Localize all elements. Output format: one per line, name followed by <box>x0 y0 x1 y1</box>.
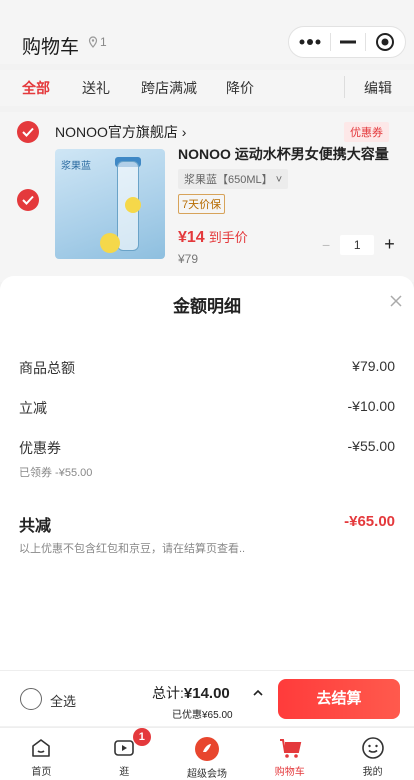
price-protection-tag: 7天价保 <box>178 194 226 214</box>
shop-name-text: NONOO官方旗舰店 <box>55 124 178 140</box>
close-miniapp-icon[interactable] <box>375 32 395 52</box>
product-image-brand: 浆果蓝 <box>61 161 91 172</box>
total-label: 总计: <box>152 685 184 701</box>
tabbar-item-cart[interactable]: 购物车 <box>248 728 331 780</box>
miniapp-capsule <box>288 26 406 58</box>
product-checkbox[interactable] <box>17 189 39 211</box>
check-icon <box>22 127 34 137</box>
capsule-divider <box>330 33 332 51</box>
check-icon <box>22 195 34 205</box>
total-discount-value: -¥65.00 <box>344 513 395 530</box>
cart-filter-tabs: 全部 送礼 跨店满减 降价 编辑 <box>0 70 414 106</box>
chevron-right-icon: › <box>181 124 187 140</box>
instant-discount-label: 立减 <box>19 400 47 416</box>
product-title[interactable]: NONOO 运动水杯男女便携大容量 <box>178 144 389 164</box>
chevron-down-icon: ˅ <box>275 174 283 186</box>
minus-button[interactable]: − <box>322 237 330 253</box>
tab-all[interactable]: 全部 <box>22 78 50 98</box>
instant-discount-value: -¥10.00 <box>347 398 395 414</box>
bottom-tab-bar: 首页 1 逛 超级会场 购物车 我的 <box>0 727 414 780</box>
home-icon <box>32 739 51 757</box>
minimize-icon[interactable] <box>339 40 356 44</box>
discount-note: 以上优惠不包含红包和京豆，请在结算页查看.. <box>19 543 246 555</box>
tabbar-item-home[interactable]: 首页 <box>0 728 83 780</box>
coupon-value: -¥55.00 <box>347 438 395 454</box>
notification-badge: 1 <box>132 728 151 746</box>
tab-price-drop[interactable]: 降价 <box>226 78 254 98</box>
final-price: ¥14 到手价 <box>178 227 248 247</box>
capsule-divider <box>364 33 366 51</box>
tabbar-label-cart: 购物车 <box>274 767 305 778</box>
sheet-title: 金额明细 <box>173 297 241 316</box>
product-spec-selector[interactable]: 浆果蓝【650ML】 ˅ <box>178 169 289 189</box>
lemon-shape <box>125 197 141 213</box>
tabbar-item-venue[interactable]: 超级会场 <box>166 728 249 780</box>
cart-icon <box>279 739 302 758</box>
location-count: 1 <box>100 35 107 49</box>
tabbar-label-profile: 我的 <box>362 767 383 778</box>
shop-name[interactable]: NONOO官方旗舰店 › <box>55 122 186 142</box>
subtotal-label: 商品总额 <box>19 360 75 376</box>
page-title: 购物车 <box>22 37 80 58</box>
tabbar-item-browse[interactable]: 1 逛 <box>83 728 166 780</box>
shop-group: NONOO官方旗舰店 › 优惠券 浆果蓝 NONOO 运动水杯男女便携大容量 浆… <box>0 112 414 282</box>
location-pin-icon <box>88 36 98 48</box>
final-price-value: ¥14 <box>178 229 205 246</box>
select-all-checkbox[interactable] <box>20 688 42 710</box>
top-header: 购物车 1 <box>0 0 414 64</box>
more-dots-icon[interactable] <box>299 39 321 45</box>
tabbar-label-venue: 超级会场 <box>186 769 227 780</box>
shop-checkbox[interactable] <box>17 121 39 143</box>
original-price: ¥79 <box>178 252 199 266</box>
select-all-label[interactable]: 全选 <box>50 691 76 710</box>
chevron-up-icon[interactable] <box>252 687 264 699</box>
lemon-shape <box>100 233 120 253</box>
tabbar-label-browse: 逛 <box>119 767 130 778</box>
close-icon[interactable] <box>388 293 404 309</box>
final-price-note: 到手价 <box>208 230 248 245</box>
quantity-stepper: − 1 + <box>322 234 395 255</box>
profile-icon <box>361 737 384 759</box>
coupon-button[interactable]: 优惠券 <box>344 122 389 142</box>
coupon-label: 优惠券 <box>19 440 61 456</box>
quantity-input[interactable]: 1 <box>340 234 375 255</box>
tabbar-label-home: 首页 <box>31 767 52 778</box>
product-image[interactable]: 浆果蓝 <box>55 149 165 259</box>
product-spec-text: 浆果蓝【650ML】 <box>184 174 273 186</box>
tab-gift[interactable]: 送礼 <box>82 78 110 98</box>
total-summary: 总计:¥14.00 <box>152 683 230 703</box>
venue-icon <box>194 737 219 761</box>
tab-cross-store-discount[interactable]: 跨店满减 <box>141 78 197 98</box>
total-discount-label: 共减 <box>19 518 52 535</box>
tab-divider <box>344 76 345 98</box>
discount-summary: 已优惠¥65.00 <box>172 710 233 721</box>
amount-detail-sheet: 金额明细 商品总额 ¥79.00 立减 -¥10.00 优惠券 -¥55.00 … <box>0 276 414 670</box>
subtotal-value: ¥79.00 <box>352 358 395 374</box>
checkout-bar: 全选 总计:¥14.00 已优惠¥65.00 去结算 <box>0 670 414 726</box>
location-indicator[interactable]: 1 <box>88 35 107 49</box>
checkout-button[interactable]: 去结算 <box>278 679 400 719</box>
plus-button[interactable]: + <box>384 234 395 255</box>
tabbar-item-profile[interactable]: 我的 <box>331 728 414 780</box>
coupon-claimed-note: 已领券 -¥55.00 <box>19 467 93 479</box>
edit-button[interactable]: 编辑 <box>364 78 392 98</box>
total-value: ¥14.00 <box>183 685 230 702</box>
